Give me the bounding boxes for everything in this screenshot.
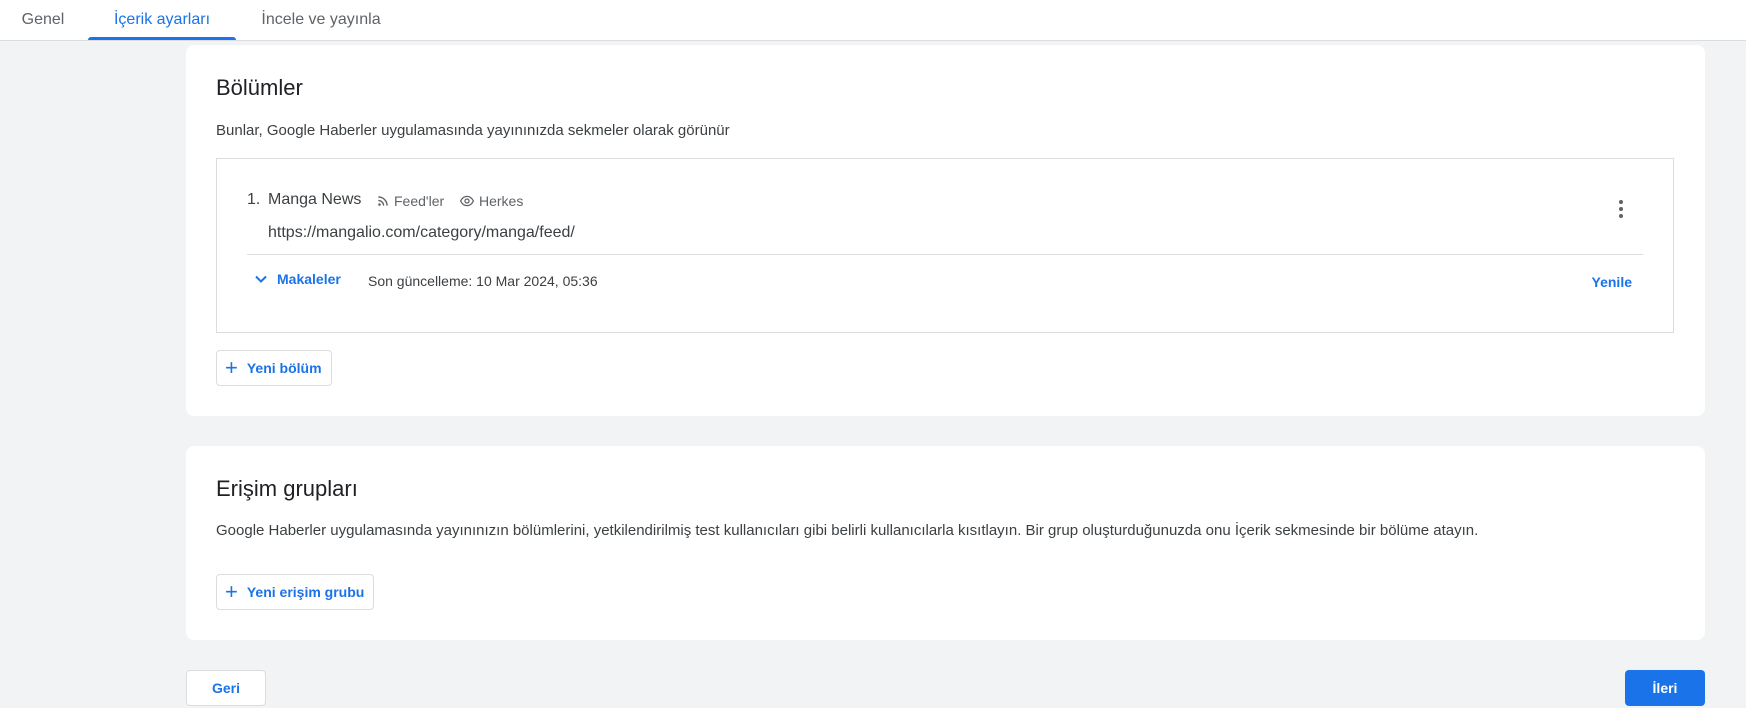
access-groups-title: Erişim grupları xyxy=(216,476,358,501)
divider xyxy=(247,254,1643,255)
chevron-down-icon xyxy=(255,275,267,283)
eye-icon xyxy=(459,195,475,207)
articles-expand-toggle[interactable]: Makaleler xyxy=(255,271,341,287)
section-number: 1. xyxy=(247,191,261,208)
rss-feed-icon xyxy=(378,196,388,206)
tab-label: Genel xyxy=(21,11,65,28)
tab-label: İçerik ayarları xyxy=(113,11,211,28)
access-groups-description: Google Haberler uygulamasında yayınınızı… xyxy=(216,522,1479,539)
sections-card: Bölümler Bunlar, Google Haberler uygulam… xyxy=(186,45,1705,416)
plus-icon: + xyxy=(225,579,238,604)
articles-label: Makaleler xyxy=(277,271,341,287)
plus-icon: + xyxy=(225,355,238,380)
sections-title: Bölümler xyxy=(216,75,303,100)
back-button[interactable]: Geri xyxy=(186,670,266,706)
new-section-label: Yeni bölüm xyxy=(246,360,322,376)
new-access-group-label: Yeni erişim grubu xyxy=(246,584,365,600)
kebab-dot xyxy=(1619,200,1623,204)
access-groups-card: Erişim grupları Google Haberler uygulama… xyxy=(186,446,1705,640)
new-access-group-button[interactable]: + Yeni erişim grubu xyxy=(216,574,375,610)
last-updated: Son güncelleme: 10 Mar 2024, 05:36 xyxy=(368,273,598,289)
next-button[interactable]: İleri xyxy=(1625,670,1705,706)
tab-bar: Genel İçerik ayarları İncele ve yayınla xyxy=(0,0,1746,41)
tab-content-settings[interactable]: İçerik ayarları xyxy=(88,0,236,40)
kebab-dot xyxy=(1619,207,1623,211)
section-name: Manga News xyxy=(268,191,362,208)
section-visibility: Herkes xyxy=(459,193,523,209)
section-feed-url: https://mangalio.com/category/manga/feed… xyxy=(268,224,575,241)
tab-review-publish[interactable]: İncele ve yayınla xyxy=(250,0,392,40)
section-type-label: Feed'ler xyxy=(394,193,445,209)
more-options-button[interactable] xyxy=(1609,197,1633,221)
new-section-button[interactable]: + Yeni bölüm xyxy=(216,350,332,386)
section-visibility-label: Herkes xyxy=(479,193,524,209)
kebab-dot xyxy=(1619,214,1623,218)
refresh-button[interactable]: Yenile xyxy=(1592,274,1632,290)
sections-description: Bunlar, Google Haberler uygulamasında ya… xyxy=(216,122,730,139)
tab-general[interactable]: Genel xyxy=(0,0,86,40)
tab-label: İncele ve yayınla xyxy=(261,11,381,28)
section-type: Feed'ler xyxy=(376,193,444,209)
section-list: 1. Manga News Feed'ler Herkes https://ma… xyxy=(216,158,1674,333)
